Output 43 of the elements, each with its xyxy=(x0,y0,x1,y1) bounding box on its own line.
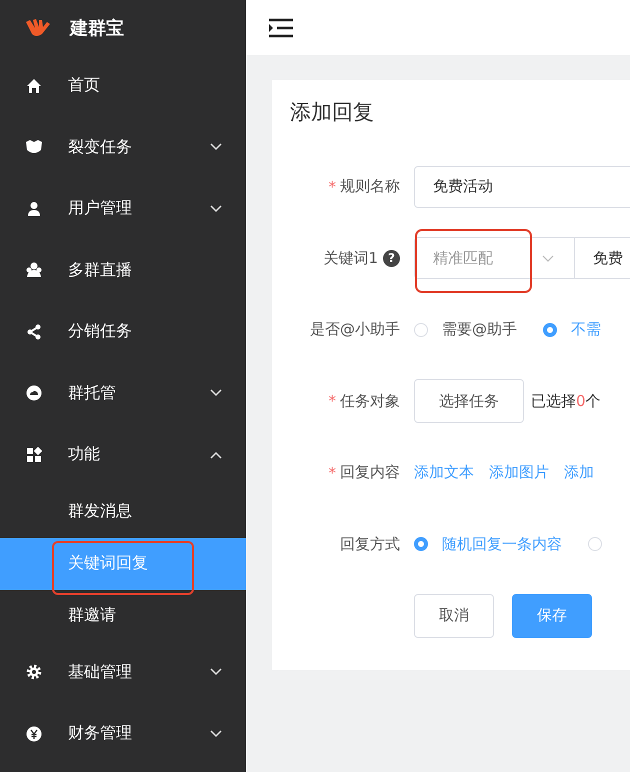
sidebar-item[interactable]: 用户管理 xyxy=(0,178,246,240)
input-field[interactable]: 免费 xyxy=(575,237,630,280)
cancel-button[interactable]: 取消 xyxy=(414,594,494,638)
grid-icon xyxy=(26,446,42,463)
menu-fold-icon[interactable] xyxy=(268,18,294,38)
settings-icon xyxy=(26,664,42,680)
select-task-button[interactable]: 选择任务 xyxy=(414,379,524,424)
cloud-icon xyxy=(26,385,42,402)
required-mark: * xyxy=(328,392,336,410)
sidebar-item[interactable]: 多群直播 xyxy=(0,240,246,301)
field-label: 任务对象 xyxy=(340,392,400,411)
hand-icon xyxy=(24,18,52,38)
help-icon[interactable]: ? xyxy=(383,250,400,267)
required-mark: * xyxy=(328,178,336,196)
field-label: 是否@小助手 xyxy=(310,320,400,340)
shield-icon xyxy=(25,139,43,156)
radio-button[interactable] xyxy=(414,537,428,552)
sidebar-item[interactable]: 首页 xyxy=(0,55,246,116)
field-label: 回复方式 xyxy=(340,534,400,554)
form-title: 添加回复 xyxy=(290,99,375,126)
sidebar-subitem[interactable]: 群邀请 xyxy=(0,590,246,642)
sidebar-item[interactable]: 基础管理 xyxy=(0,642,246,703)
chevron-down-icon xyxy=(542,254,554,262)
required-mark: * xyxy=(328,464,336,482)
sidebar-item[interactable]: 分销任务 xyxy=(0,301,246,362)
sidebar-item[interactable]: 功能 xyxy=(0,424,246,486)
sidebar-item[interactable]: 群托管 xyxy=(0,362,246,424)
group-icon xyxy=(25,262,43,278)
app-name: 建群宝 xyxy=(70,16,124,40)
selection-summary: 已选择0个 xyxy=(531,392,601,411)
radio-button[interactable] xyxy=(543,322,557,337)
share-icon xyxy=(26,324,42,340)
field-label: 回复内容 xyxy=(340,463,400,482)
sidebar-subitem[interactable]: 群发消息 xyxy=(0,486,246,538)
input-field[interactable]: 免费活动 xyxy=(414,166,630,208)
radio-label[interactable]: 需要@助手 xyxy=(442,320,517,340)
sidebar-item[interactable]: 裂变任务 xyxy=(0,116,246,178)
coin-icon xyxy=(26,726,42,742)
sidebar-item[interactable]: 财务管理 xyxy=(0,703,246,764)
field-label: 规则名称 xyxy=(340,177,400,196)
user-icon xyxy=(26,200,42,217)
field-label: 关键词1 xyxy=(323,248,378,268)
home-icon xyxy=(26,78,42,94)
